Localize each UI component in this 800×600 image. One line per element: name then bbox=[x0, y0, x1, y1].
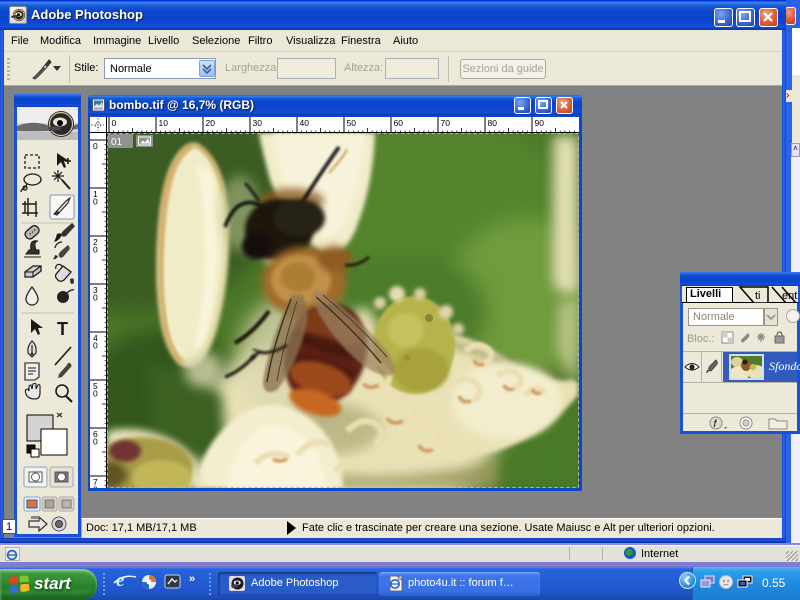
svg-text:ti: ti bbox=[755, 290, 761, 302]
svg-text:0: 0 bbox=[112, 118, 117, 128]
svg-text:40: 40 bbox=[300, 118, 310, 128]
svg-text:T: T bbox=[57, 319, 68, 339]
svg-text:0: 0 bbox=[93, 141, 98, 151]
svg-text:01: 01 bbox=[111, 137, 123, 148]
svg-text:0: 0 bbox=[93, 293, 98, 303]
svg-text:70: 70 bbox=[441, 118, 451, 128]
svg-text:0: 0 bbox=[93, 341, 98, 351]
svg-text:0: 0 bbox=[93, 437, 98, 447]
svg-text:0: 0 bbox=[93, 245, 98, 255]
svg-text:0: 0 bbox=[93, 389, 98, 399]
svg-text:50: 50 bbox=[347, 118, 357, 128]
svg-text:0: 0 bbox=[93, 485, 98, 489]
svg-text:0: 0 bbox=[93, 197, 98, 207]
svg-text:20: 20 bbox=[206, 118, 216, 128]
svg-text:90: 90 bbox=[535, 118, 545, 128]
svg-text:enti: enti bbox=[782, 290, 798, 302]
svg-text:10: 10 bbox=[159, 118, 169, 128]
svg-text:30: 30 bbox=[253, 118, 263, 128]
svg-text:80: 80 bbox=[488, 118, 498, 128]
svg-text:60: 60 bbox=[394, 118, 404, 128]
